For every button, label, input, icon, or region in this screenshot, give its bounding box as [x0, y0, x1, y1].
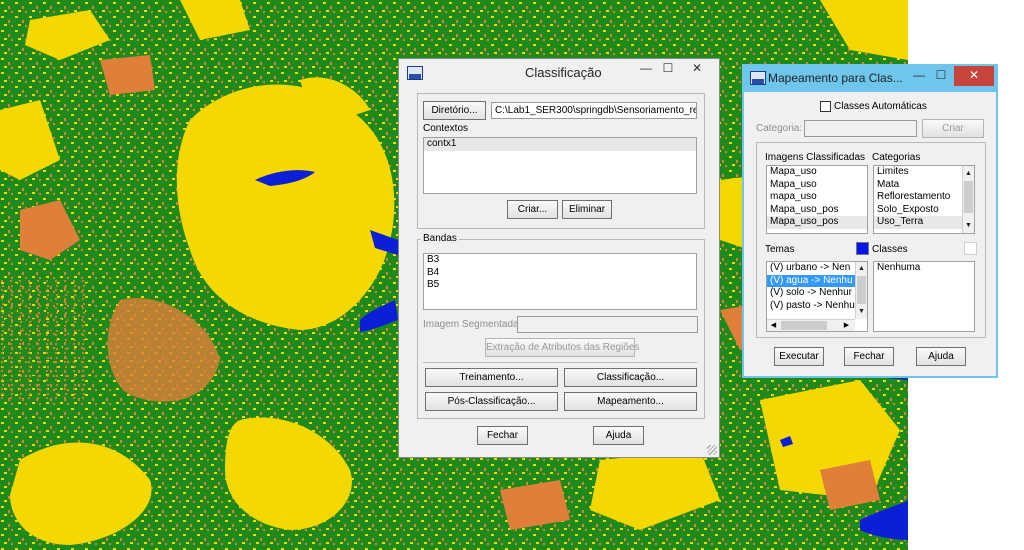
list-item[interactable]: contx1: [424, 138, 696, 151]
classificacao-titlebar[interactable]: Classificação — ☐ ✕: [399, 59, 719, 89]
temas-list[interactable]: (V) urbano -> Nen (V) agua -> Nenhu (V) …: [766, 261, 868, 332]
classes-automaticas-label: Classes Automáticas: [834, 101, 927, 112]
separator: [423, 362, 697, 363]
window-title: Classificação: [525, 65, 602, 80]
bandas-list[interactable]: B3 B4 B5: [423, 253, 697, 310]
ajuda-button[interactable]: Ajuda: [593, 426, 644, 445]
classes-automaticas-checkbox[interactable]: [820, 101, 831, 112]
list-item[interactable]: Reflorestamento: [874, 191, 974, 204]
list-item[interactable]: Solo_Exposto: [874, 204, 974, 217]
fechar-button[interactable]: Fechar: [477, 426, 528, 445]
imagens-classificadas-label: Imagens Classificadas: [765, 152, 866, 163]
scroll-thumb[interactable]: [964, 181, 973, 213]
resize-grip-icon[interactable]: [707, 445, 717, 455]
maximize-button[interactable]: ☐: [928, 66, 954, 86]
list-item[interactable]: Uso_Terra: [874, 216, 974, 229]
temas-label: Temas: [765, 244, 795, 255]
scroll-up-icon[interactable]: ▲: [963, 168, 974, 179]
list-item[interactable]: Mapa_uso: [767, 166, 867, 179]
classificacao-window: Classificação — ☐ ✕ Diretório... C:\Lab1…: [398, 58, 720, 458]
diretorio-path-field[interactable]: C:\Lab1_SER300\springdb\Sensoriamento_re…: [491, 102, 697, 119]
ajuda-button[interactable]: Ajuda: [916, 347, 966, 366]
scroll-left-icon[interactable]: ◀: [768, 320, 779, 331]
scroll-up-icon[interactable]: ▲: [856, 263, 867, 274]
spring-app-icon: [407, 66, 423, 80]
mapeamento-titlebar[interactable]: Mapeamento para Clas... — ☐ ✕: [744, 66, 996, 92]
class-color-swatch-white[interactable]: [964, 242, 977, 255]
list-item[interactable]: (V) pasto -> Nenhu: [767, 300, 867, 313]
mapeamento-window: Mapeamento para Clas... — ☐ ✕ Classes Au…: [742, 64, 998, 378]
mapeamento-button[interactable]: Mapeamento...: [564, 392, 697, 411]
categoria-label: Categoria:: [756, 123, 803, 134]
eliminar-context-button[interactable]: Eliminar: [562, 200, 612, 219]
class-color-swatch[interactable]: [856, 242, 869, 255]
criar-categoria-button[interactable]: Criar: [922, 119, 984, 138]
close-button[interactable]: ✕: [954, 66, 994, 86]
temas-vscrollbar[interactable]: ▲ ▼: [855, 262, 867, 319]
list-item[interactable]: (V) solo -> Nenhur: [767, 287, 867, 300]
list-item[interactable]: (V) urbano -> Nen: [767, 262, 867, 275]
list-item[interactable]: Mapa_uso: [767, 179, 867, 192]
list-item-selected[interactable]: (V) agua -> Nenhu: [767, 274, 867, 288]
imagens-classificadas-list[interactable]: Mapa_uso Mapa_uso mapa_uso Mapa_uso_pos …: [766, 165, 868, 234]
spring-app-icon: [750, 71, 766, 85]
scroll-right-icon[interactable]: ▶: [841, 320, 852, 331]
imagem-segmentada-label: Imagem Segmentada:: [423, 319, 522, 330]
imagem-segmentada-field: [517, 316, 698, 333]
scroll-down-icon[interactable]: ▼: [856, 306, 867, 317]
categorias-scrollbar[interactable]: ▲ ▼: [962, 166, 974, 233]
extracao-atributos-button[interactable]: Extração de Atributos das Regiões: [485, 338, 639, 357]
list-item[interactable]: Mata: [874, 179, 974, 192]
close-button[interactable]: ✕: [677, 59, 717, 79]
classes-list[interactable]: Nenhuma: [873, 261, 975, 332]
list-item[interactable]: mapa_uso: [767, 191, 867, 204]
categorias-label: Categorias: [872, 152, 921, 163]
executar-button[interactable]: Executar: [774, 347, 824, 366]
scroll-thumb[interactable]: [781, 321, 827, 330]
scroll-down-icon[interactable]: ▼: [963, 220, 974, 231]
list-item[interactable]: Mapa_uso_pos: [767, 216, 867, 229]
diretorio-button[interactable]: Diretório...: [423, 101, 486, 120]
treinamento-button[interactable]: Treinamento...: [425, 368, 558, 387]
list-item[interactable]: Mapa_uso_pos: [767, 204, 867, 217]
list-item[interactable]: Nenhuma: [874, 262, 974, 275]
list-item[interactable]: B4: [424, 267, 696, 280]
list-item[interactable]: B5: [424, 279, 696, 292]
contextos-list[interactable]: contx1: [423, 137, 697, 194]
criar-context-button[interactable]: Criar...: [507, 200, 558, 219]
categoria-field: [804, 120, 917, 137]
window-title: Mapeamento para Clas...: [768, 71, 903, 85]
scroll-thumb[interactable]: [857, 276, 866, 304]
list-item[interactable]: Limites: [874, 166, 974, 179]
classes-label: Classes: [872, 244, 908, 255]
contextos-label: Contextos: [423, 123, 469, 134]
list-item[interactable]: B3: [424, 254, 696, 267]
pos-classificacao-button[interactable]: Pós-Classificação...: [425, 392, 558, 411]
categorias-list[interactable]: Limites Mata Reflorestamento Solo_Expost…: [873, 165, 975, 234]
temas-hscrollbar[interactable]: ◀ ▶: [767, 319, 855, 331]
classificacao-button[interactable]: Classificação...: [564, 368, 697, 387]
fechar-button[interactable]: Fechar: [844, 347, 894, 366]
bandas-label: Bandas: [421, 233, 459, 244]
